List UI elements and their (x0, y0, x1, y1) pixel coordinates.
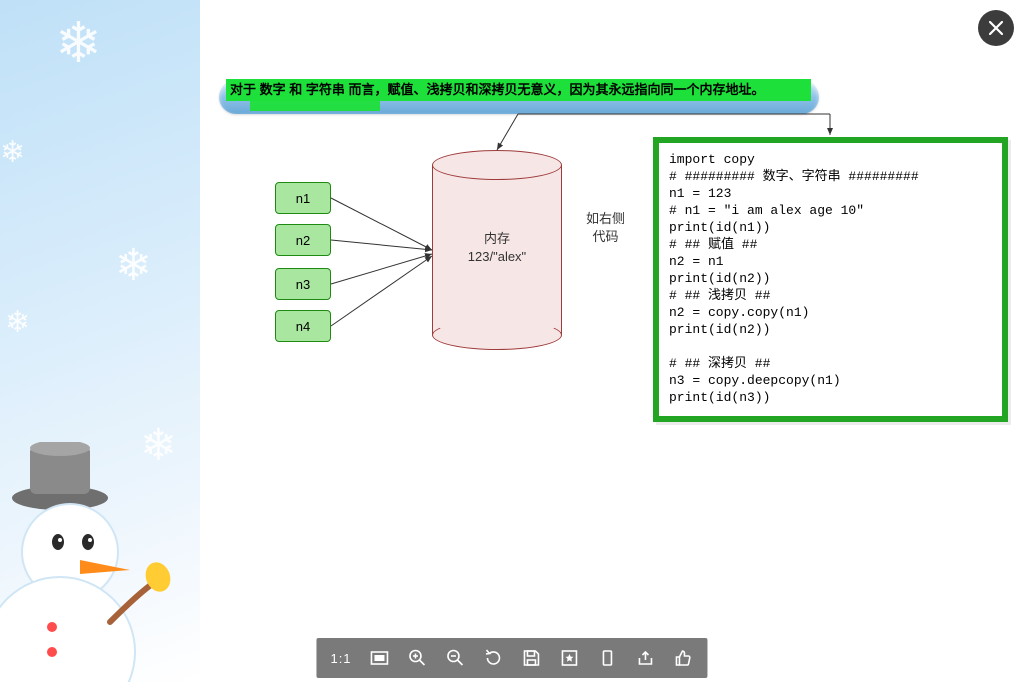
star-icon (560, 648, 580, 668)
close-icon (987, 19, 1005, 37)
var-n1: n1 (275, 182, 331, 214)
var-n2: n2 (275, 224, 331, 256)
memory-value: 123/"alex" (468, 249, 526, 264)
memory-label: 内存 (484, 231, 510, 246)
var-n3: n3 (275, 268, 331, 300)
close-button[interactable] (978, 10, 1014, 46)
zoom-out-button[interactable] (446, 648, 466, 668)
var-label: n1 (296, 191, 310, 206)
memory-cylinder: 内存 123/"alex" (432, 150, 562, 350)
zoom-ratio: 1:1 (330, 651, 351, 666)
like-button[interactable] (674, 648, 694, 668)
device-button[interactable] (598, 648, 618, 668)
thumbs-up-icon (674, 648, 694, 668)
image-viewer-toolbar: 1:1 (316, 638, 707, 678)
header-text: 对于 数字 和 字符串 而言，赋值、浅拷贝和深拷贝无意义，因为其永远指向同一个内… (226, 79, 811, 101)
rotate-icon (484, 648, 504, 668)
share-icon (636, 648, 656, 668)
header-underline (250, 99, 380, 111)
device-icon (598, 648, 618, 668)
var-label: n2 (296, 233, 310, 248)
zoom-out-icon (446, 648, 466, 668)
fit-window-button[interactable] (370, 648, 390, 668)
favorite-button[interactable] (560, 648, 580, 668)
code-block: import copy # ######### 数字、字符串 #########… (653, 137, 1008, 422)
var-label: n4 (296, 319, 310, 334)
rotate-button[interactable] (484, 648, 504, 668)
save-button[interactable] (522, 648, 542, 668)
share-button[interactable] (636, 648, 656, 668)
var-n4: n4 (275, 310, 331, 342)
fit-window-icon (370, 648, 390, 668)
save-icon (522, 648, 542, 668)
diagram-canvas: 对于 数字 和 字符串 而言，赋值、浅拷贝和深拷贝无意义，因为其永远指向同一个内… (0, 0, 1024, 682)
zoom-in-icon (408, 648, 428, 668)
side-label: 如右侧 代码 (586, 210, 625, 246)
var-label: n3 (296, 277, 310, 292)
zoom-in-button[interactable] (408, 648, 428, 668)
